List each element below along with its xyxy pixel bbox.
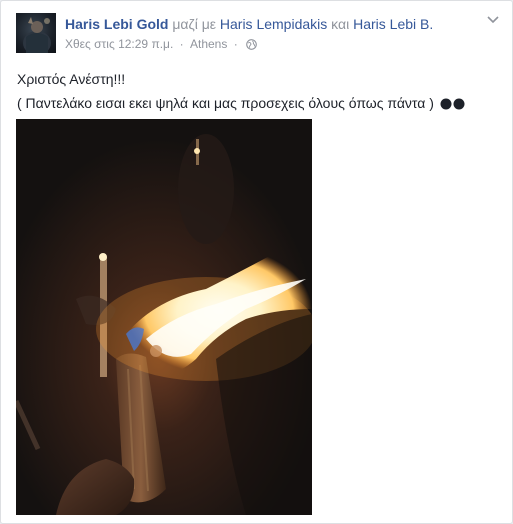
timestamp-link[interactable]: Χθες στις 12:29 π.μ.: [65, 37, 173, 51]
post-photo[interactable]: [16, 119, 312, 515]
author-name-link[interactable]: Haris Lebi Gold: [65, 16, 168, 32]
avatar[interactable]: [16, 13, 56, 53]
tagged-user-2-link[interactable]: Haris Lebi B.: [353, 16, 433, 32]
chevron-down-icon[interactable]: [484, 13, 502, 27]
globe-icon[interactable]: [246, 38, 257, 54]
post-card: Haris Lebi Gold μαζί με Haris Lempidakis…: [0, 0, 513, 524]
avatar-image: [23, 17, 51, 53]
separator-dot-2: ·: [233, 37, 238, 51]
post-text: Χριστός Ανέστη!!! ( Παντελάκο εισαι εκει…: [17, 67, 497, 117]
location-link[interactable]: Athens: [190, 37, 227, 51]
post-text-line-1: Χριστός Ανέστη!!!: [17, 71, 126, 87]
post-header-line: Haris Lebi Gold μαζί με Haris Lempidakis…: [65, 15, 485, 33]
post-meta: Χθες στις 12:29 π.μ. · Athens ·: [65, 36, 485, 54]
post-header: Haris Lebi Gold μαζί με Haris Lempidakis…: [65, 15, 485, 54]
with-text: μαζί με: [172, 16, 216, 32]
post-text-line-2-content: ( Παντελάκο εισαι εκει ψηλά και μας προσ…: [17, 95, 434, 111]
post-text-line-2: ( Παντελάκο εισαι εκει ψηλά και μας προσ…: [17, 91, 497, 117]
candle-flame-photo: [16, 119, 312, 515]
black-circles-emoji-icon: [440, 93, 466, 117]
tagged-user-1-link[interactable]: Haris Lempidakis: [220, 16, 327, 32]
and-text: και: [331, 16, 350, 32]
separator-dot: ·: [179, 37, 184, 51]
